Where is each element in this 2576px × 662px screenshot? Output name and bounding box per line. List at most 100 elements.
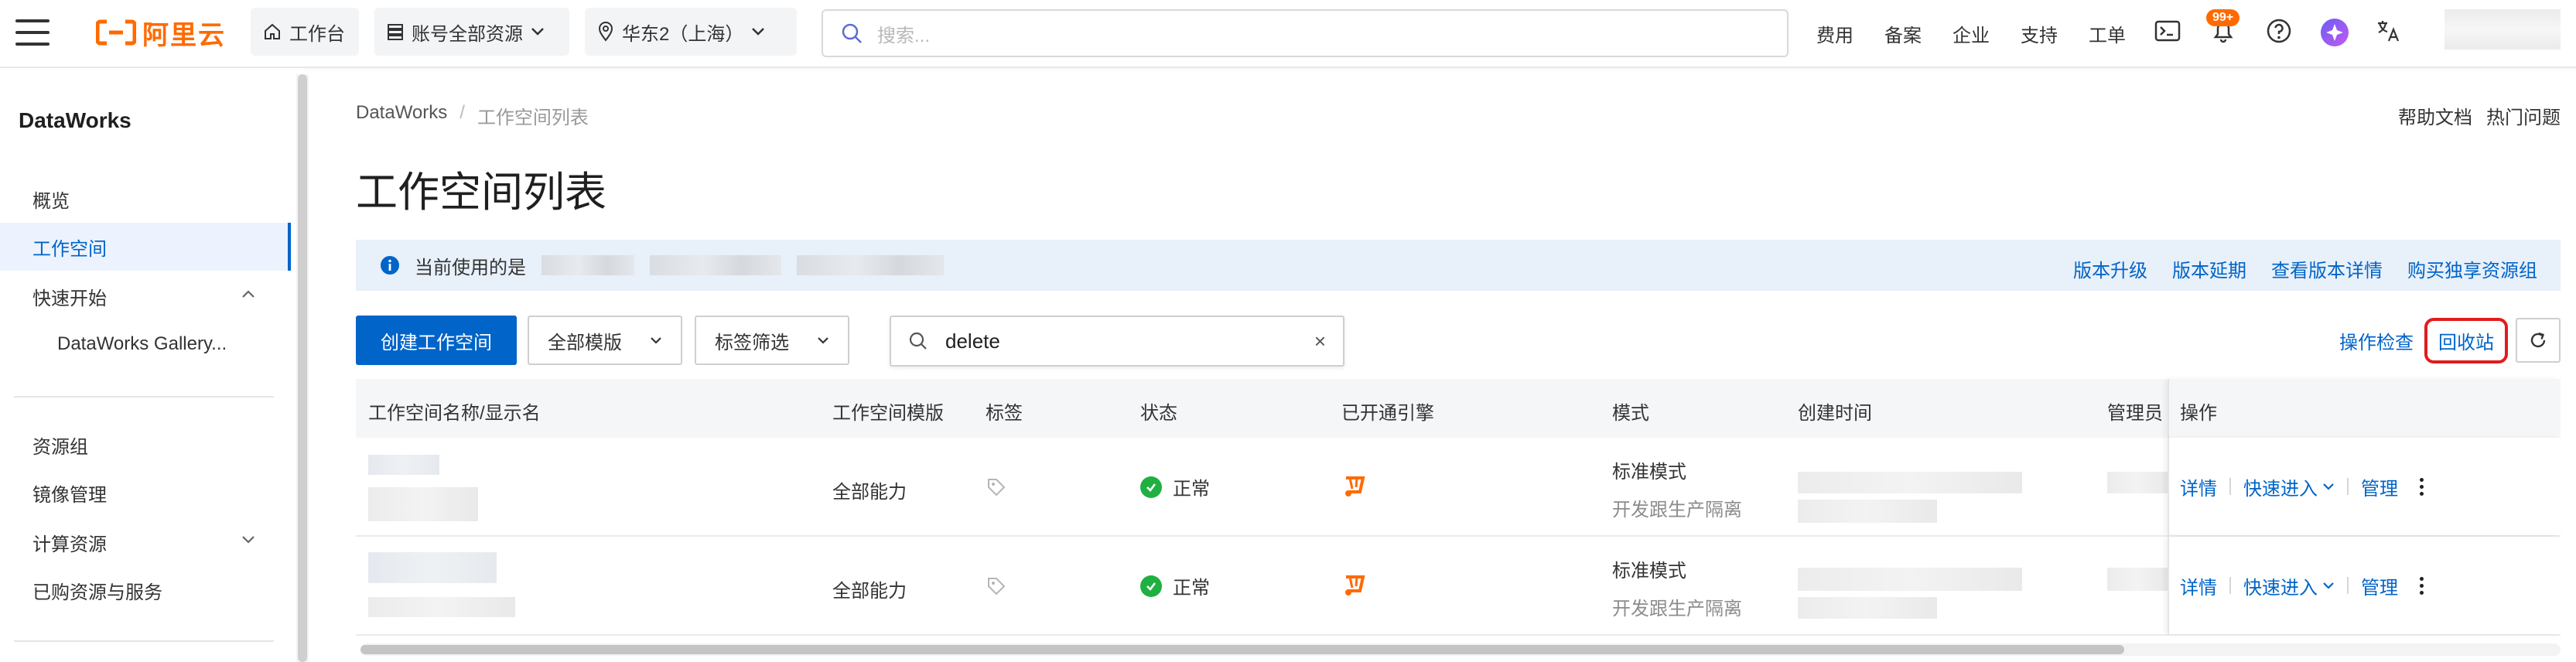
language-icon[interactable] xyxy=(2375,17,2406,48)
refresh-button[interactable] xyxy=(2516,318,2561,363)
recycle-bin-link[interactable]: 回收站 xyxy=(2424,317,2508,363)
detail-link[interactable]: 详情 xyxy=(2180,473,2217,500)
template-select[interactable]: 全部模版 xyxy=(528,316,682,365)
redacted-created-time xyxy=(1798,472,2022,493)
sidebar-scrollbar[interactable] xyxy=(296,74,309,662)
sidebar-item-label: 资源组 xyxy=(32,436,88,458)
col-status: 状态 xyxy=(1140,403,1177,424)
workbench-label: 工作台 xyxy=(289,23,345,45)
sidebar-item-purchased[interactable]: 已购资源与服务 xyxy=(0,566,291,614)
toolbar: 创建工作空间 全部模版 标签筛选 delete × 操作检查 回收站 xyxy=(356,316,2561,367)
chevron-down-icon xyxy=(2323,483,2334,490)
logo-text: 阿里云 xyxy=(142,20,226,50)
quick-enter-link[interactable]: 快速进入 xyxy=(2243,473,2318,500)
sidebar-divider xyxy=(14,640,274,642)
redacted-text xyxy=(797,255,944,275)
region-label: 华东2（上海） xyxy=(622,23,744,45)
chevron-down-icon xyxy=(242,536,255,544)
faq-link[interactable]: 热门问题 xyxy=(2486,102,2561,129)
operation-check-link[interactable]: 操作检查 xyxy=(2339,327,2414,354)
detail-link[interactable]: 详情 xyxy=(2180,572,2217,599)
region-select[interactable]: 华东2（上海） xyxy=(585,8,797,56)
extend-link[interactable]: 版本延期 xyxy=(2172,255,2246,282)
resource-scope-label: 账号全部资源 xyxy=(412,23,523,45)
tag-icon[interactable] xyxy=(986,476,1007,498)
maxcompute-engine-icon[interactable] xyxy=(1341,472,1369,500)
info-icon xyxy=(381,256,399,275)
breadcrumb-separator: / xyxy=(460,102,465,123)
redacted-created-time xyxy=(1798,500,1937,523)
more-icon[interactable] xyxy=(2420,576,2424,595)
chevron-down-icon xyxy=(651,337,661,344)
sidebar-item-gallery[interactable]: DataWorks Gallery... xyxy=(0,320,291,368)
main-content: DataWorks / 工作空间列表 帮助文档 热门问题 工作空间列表 当前使用… xyxy=(333,68,2561,660)
help-docs-link[interactable]: 帮助文档 xyxy=(2398,102,2472,129)
create-workspace-button[interactable]: 创建工作空间 xyxy=(356,316,517,365)
global-search-input[interactable]: 搜索... xyxy=(822,9,1789,57)
action-separator xyxy=(2229,577,2231,594)
top-link-enterprise[interactable]: 企业 xyxy=(1952,20,1990,47)
redacted-admin xyxy=(2107,568,2168,591)
top-link-ticket[interactable]: 工单 xyxy=(2089,20,2126,47)
redacted-workspace-name[interactable] xyxy=(368,455,439,475)
table-horizontal-scrollbar[interactable] xyxy=(360,643,2561,656)
search-value: delete xyxy=(945,329,1000,353)
clear-search-icon[interactable]: × xyxy=(1314,329,1326,353)
sidebar-item-label: DataWorks Gallery... xyxy=(57,333,227,354)
menu-icon[interactable] xyxy=(15,19,50,46)
status-cell: 正常 xyxy=(1140,572,1210,599)
col-tag: 标签 xyxy=(986,403,1023,424)
redacted-display-name xyxy=(368,487,478,521)
tag-filter-select[interactable]: 标签筛选 xyxy=(695,316,849,365)
aliyun-logo[interactable]: 阿里云 xyxy=(96,17,226,50)
sidebar-item-resource-group[interactable]: 资源组 xyxy=(0,421,291,469)
help-icon[interactable] xyxy=(2265,17,2296,48)
quick-enter-link[interactable]: 快速进入 xyxy=(2243,572,2318,599)
manage-link[interactable]: 管理 xyxy=(2361,473,2398,500)
top-link-support[interactable]: 支持 xyxy=(2021,20,2058,47)
sidebar-item-label: 计算资源 xyxy=(32,534,107,555)
page-title: 工作空间列表 xyxy=(356,169,606,216)
sidebar-item-overview[interactable]: 概览 xyxy=(0,175,291,223)
mode-cell: 标准模式 开发跟生产隔离 xyxy=(1612,555,1742,620)
version-details-link[interactable]: 查看版本详情 xyxy=(2271,255,2383,282)
breadcrumb-dataworks[interactable]: DataWorks xyxy=(356,102,447,129)
chevron-up-icon xyxy=(242,290,255,298)
upgrade-link[interactable]: 版本升级 xyxy=(2073,255,2147,282)
sidebar-divider xyxy=(14,396,274,398)
template-cell: 全部能力 xyxy=(832,482,907,503)
notice-links: 版本升级 版本延期 查看版本详情 购买独享资源组 xyxy=(2073,255,2537,282)
resource-scope-select[interactable]: 账号全部资源 xyxy=(374,8,569,56)
search-icon xyxy=(842,23,862,43)
sidebar-item-label: 已购资源与服务 xyxy=(32,582,162,603)
table-row: 全部能力 正常 标准模式 开发跟生产隔离 详情 快速进入 管理 xyxy=(356,438,2561,537)
search-icon xyxy=(909,332,927,350)
top-link-filing[interactable]: 备案 xyxy=(1884,20,1922,47)
stack-icon xyxy=(388,24,403,40)
maxcompute-engine-icon[interactable] xyxy=(1341,571,1369,599)
buy-resource-group-link[interactable]: 购买独享资源组 xyxy=(2407,255,2537,282)
mode-text: 标准模式 xyxy=(1612,462,1686,483)
redacted-workspace-name[interactable] xyxy=(368,552,497,583)
breadcrumb: DataWorks / 工作空间列表 xyxy=(356,102,589,129)
top-link-billing[interactable]: 费用 xyxy=(1816,20,1853,47)
sidebar-item-compute[interactable]: 计算资源 xyxy=(0,518,291,566)
sidebar-item-quick-start[interactable]: 快速开始 xyxy=(0,272,291,320)
table-row: 全部能力 正常 标准模式 开发跟生产隔离 详情 快速进入 管理 xyxy=(356,537,2561,636)
terminal-icon[interactable] xyxy=(2154,17,2185,48)
manage-link[interactable]: 管理 xyxy=(2361,572,2398,599)
sidebar-item-workspace[interactable]: 工作空间 xyxy=(0,223,291,271)
tag-icon[interactable] xyxy=(986,575,1007,597)
more-icon[interactable] xyxy=(2420,477,2424,496)
col-engines: 已开通引擎 xyxy=(1341,403,1434,424)
sidebar-title: DataWorks xyxy=(19,108,132,132)
workbench-button[interactable]: 工作台 xyxy=(251,8,359,56)
help-links: 帮助文档 热门问题 xyxy=(2398,102,2561,129)
workspace-search-input[interactable]: delete × xyxy=(890,316,1344,367)
notification-badge: 99+ xyxy=(2206,9,2240,26)
account-avatar[interactable] xyxy=(2444,9,2561,49)
sidebar-item-image[interactable]: 镜像管理 xyxy=(0,469,291,517)
redacted-admin xyxy=(2107,472,2168,493)
ai-assistant-icon[interactable] xyxy=(2319,17,2350,48)
status-text: 正常 xyxy=(1173,578,1210,599)
